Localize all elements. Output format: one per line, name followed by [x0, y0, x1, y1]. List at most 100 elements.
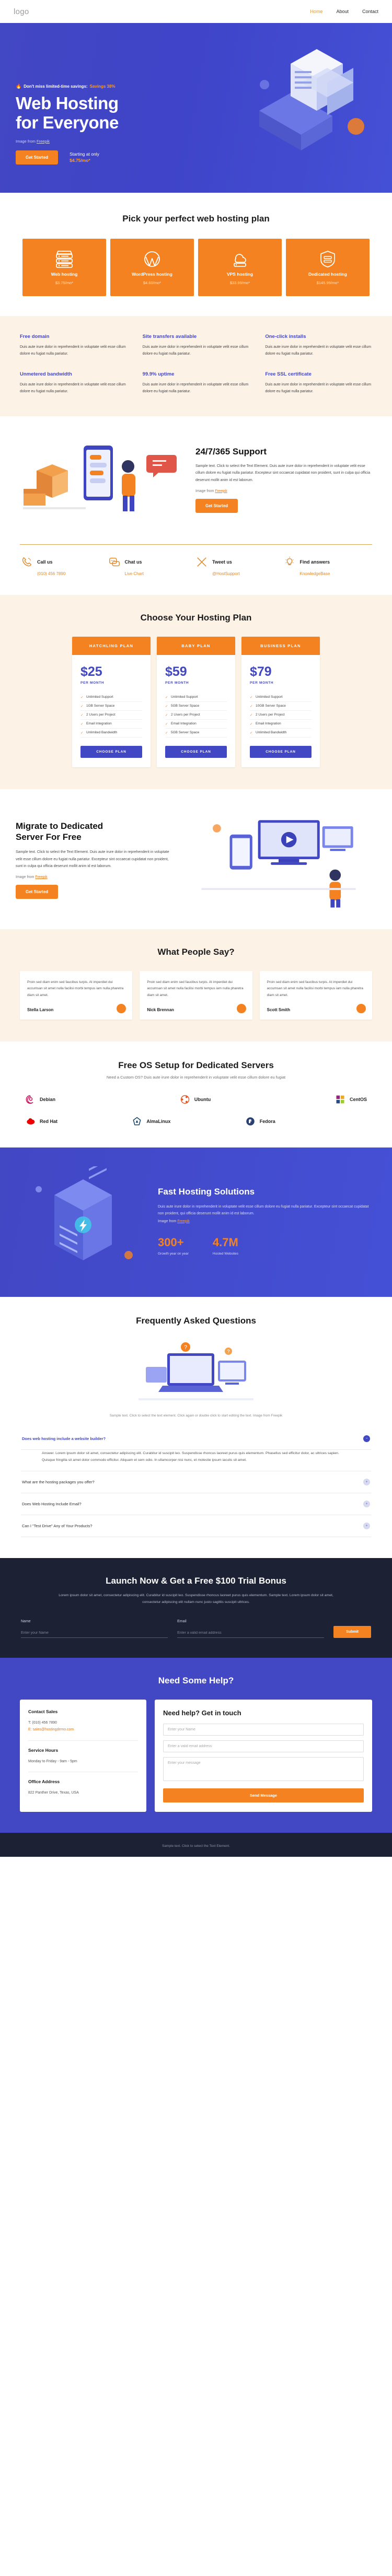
support-get-started-button[interactable]: Get Started: [195, 498, 238, 513]
plan-feature: 1GB Server Space: [80, 702, 142, 711]
os-setup-title: Free OS Setup for Dedicated Servers: [118, 1060, 274, 1070]
pick-plan-section: Pick your perfect web hosting plan Web h…: [0, 193, 392, 316]
freepik-link[interactable]: Freepik: [37, 139, 50, 144]
help-name-input[interactable]: [163, 1724, 364, 1736]
trial-email-input[interactable]: [177, 1629, 325, 1638]
plan-features: Unlimited Support 5GB Server Space 2 Use…: [165, 693, 227, 737]
plan-features: Unlimited Support 1GB Server Space 2 Use…: [80, 693, 142, 737]
plan-feature: Unlimited Bandwidth: [80, 729, 142, 737]
debian-icon: [26, 1095, 33, 1104]
pick-card-price: $145.99/mo*: [316, 280, 339, 285]
os-item-centos[interactable]: CentOS: [335, 1094, 367, 1105]
os-label: Debian: [40, 1096, 56, 1102]
chevron-down-icon[interactable]: +: [363, 1523, 370, 1530]
contact-value[interactable]: (010) 456 7890: [37, 571, 109, 576]
pick-card-web-hosting[interactable]: Web hosting $3.75/mo*: [22, 239, 106, 296]
contact-chat-us[interactable]: Chat us Live Chart: [109, 556, 197, 576]
support-illustration: [23, 445, 177, 511]
contact-sales-phone[interactable]: T: (010) 456 7890: [28, 1719, 138, 1726]
contact-value[interactable]: Live Chart: [125, 571, 197, 576]
pick-card-price: $3.75/mo*: [55, 280, 74, 285]
contact-label: Find answers: [299, 559, 330, 565]
redhat-icon: [27, 1118, 35, 1125]
faq-image-credit: Sample text. Click to select the text el…: [0, 1414, 392, 1418]
plan-card-hatchling: HATCHLING PLAN $25 PER MONTH Unlimited S…: [72, 636, 151, 767]
svg-text:?: ?: [184, 1344, 187, 1351]
chevron-down-icon[interactable]: +: [363, 1501, 370, 1508]
promo-savings[interactable]: Savings 38%: [90, 84, 116, 89]
faq-item-packages[interactable]: What are the hosting packages you offer?…: [21, 1471, 371, 1494]
nav-item-home[interactable]: Home: [310, 9, 322, 14]
site-logo[interactable]: logo: [14, 7, 29, 16]
chevron-down-icon[interactable]: +: [363, 1479, 370, 1486]
contact-value[interactable]: KnowledgeBase: [300, 571, 372, 576]
shield-server-icon: [320, 250, 335, 267]
plan-feature: Email Integration: [165, 720, 227, 729]
page-root: logo Home About Contact 🔥 Don't miss lim…: [0, 0, 392, 1857]
freepik-link[interactable]: Freepik: [215, 489, 227, 493]
plan-choose-button[interactable]: CHOOSE PLAN: [250, 745, 312, 758]
plan-feature: Unlimited Support: [165, 693, 227, 702]
os-row-1: Debian Ubuntu CentOS: [20, 1094, 372, 1105]
os-item-debian[interactable]: Debian: [25, 1094, 55, 1105]
feature-title: 99.9% uptime: [142, 371, 175, 377]
freepik-link[interactable]: Freepik: [177, 1220, 189, 1223]
help-message-input[interactable]: [163, 1757, 364, 1782]
avatar: [356, 1003, 366, 1013]
hero-content: 🔥 Don't miss limited-time savings: Savin…: [0, 23, 392, 165]
testimonial-name: Nick Brennan: [147, 1007, 174, 1012]
contact-find-answers[interactable]: Find answers KnowledgeBase: [284, 556, 372, 576]
pick-card-wordpress-hosting[interactable]: WordPress hosting $4.60/mo*: [110, 239, 194, 296]
pricing-cards: HATCHLING PLAN $25 PER MONTH Unlimited S…: [0, 636, 392, 767]
pricing-title: Choose Your Hosting Plan: [140, 612, 252, 623]
contact-methods-row: Call us (010) 456 7890 Chat us Live Char…: [0, 545, 392, 595]
faq-section: Frequently Asked Questions ? ? Sample te…: [0, 1296, 392, 1559]
os-item-almalinux[interactable]: AlmaLinux: [132, 1116, 170, 1127]
faq-item-website-builder[interactable]: Does web hosting include a website build…: [21, 1428, 371, 1450]
trial-name-input[interactable]: [21, 1629, 168, 1638]
faq-item-email[interactable]: Does Web Hosting Include Email? +: [21, 1493, 371, 1516]
migrate-get-started-button[interactable]: Get Started: [16, 884, 59, 899]
trial-bonus-section: Launch Now & Get a Free $100 Trial Bonus…: [0, 1558, 392, 1658]
contact-value[interactable]: @HostSupport: [212, 571, 284, 576]
help-send-message-button[interactable]: Send Message: [163, 1788, 364, 1803]
feature-title: Free SSL certificate: [265, 371, 312, 377]
chevron-up-icon[interactable]: −: [363, 1435, 370, 1442]
help-email-input[interactable]: [163, 1740, 364, 1753]
stat-value: 4.7M: [212, 1235, 238, 1249]
plan-choose-button[interactable]: CHOOSE PLAN: [80, 745, 142, 758]
nav-item-contact[interactable]: Contact: [362, 9, 378, 14]
testimonial-name: Scott Smith: [267, 1007, 291, 1012]
contact-sales-email[interactable]: E: sales@hostingdemo.com: [28, 1726, 138, 1733]
stat-growth: 300+ Growth year on year: [158, 1236, 189, 1256]
migrate-body: Sample text. Click to select the Text El…: [16, 850, 169, 869]
feature-uptime: 99.9% uptime Duis aute irure dolor in re…: [143, 371, 250, 395]
contact-label: Chat us: [124, 559, 142, 565]
fedora-icon: [246, 1117, 255, 1126]
faq-item-test-drive[interactable]: Can I "Test Drive" Any of Your Products?…: [21, 1515, 371, 1538]
os-item-ubuntu[interactable]: Ubuntu: [180, 1094, 211, 1105]
hero-get-started-button[interactable]: Get Started: [16, 150, 59, 165]
contact-call-us[interactable]: Call us (010) 456 7890: [21, 556, 109, 576]
plan-name: BUSINESS PLAN: [241, 636, 320, 655]
lightbulb-icon: [285, 556, 294, 565]
centos-icon: [336, 1095, 344, 1104]
os-item-redhat[interactable]: Red Hat: [25, 1116, 57, 1127]
nav-item-about[interactable]: About: [336, 9, 349, 14]
freepik-link[interactable]: Freepik: [35, 875, 47, 879]
feature-desc: Duis aute irure dolor in reprehenderit i…: [20, 382, 126, 393]
plan-choose-button[interactable]: CHOOSE PLAN: [165, 745, 227, 758]
help-title: Need Some Help?: [158, 1676, 234, 1686]
trial-submit-button[interactable]: Submit: [333, 1626, 372, 1638]
contact-tweet-us[interactable]: Tweet us @HostSupport: [196, 556, 284, 576]
credit-prefix: Image from: [158, 1219, 178, 1223]
os-label: AlmaLinux: [146, 1118, 171, 1124]
os-item-fedora[interactable]: Fedora: [245, 1116, 275, 1127]
os-setup-section: Free OS Setup for Dedicated Servers Need…: [0, 1041, 392, 1148]
trial-form: Name Email Submit: [21, 1620, 372, 1638]
plan-feature: 5GB Server Space: [165, 729, 227, 737]
pick-card-vps-hosting[interactable]: VPS hosting $33.99/mo*: [198, 239, 282, 296]
cloud-server-icon: [234, 253, 246, 267]
pick-card-dedicated-hosting[interactable]: Dedicated hosting $145.99/mo*: [286, 239, 370, 296]
fast-hosting-title: Fast Hosting Solutions: [158, 1186, 255, 1197]
